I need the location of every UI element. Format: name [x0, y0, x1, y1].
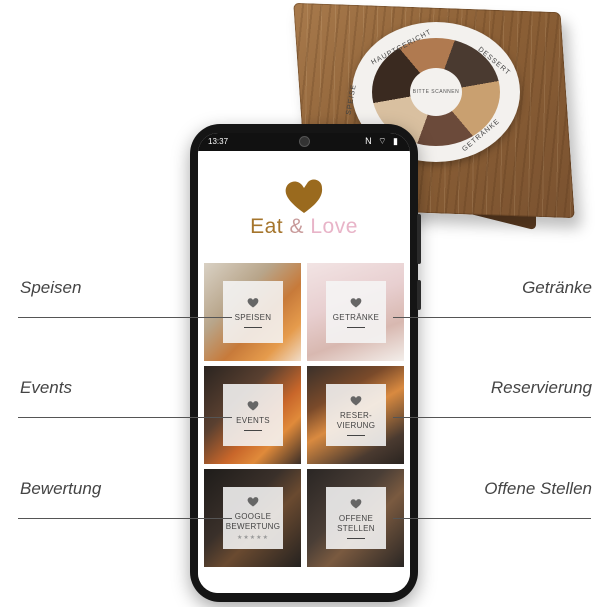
- speisen-button[interactable]: SPEISEN: [223, 281, 283, 343]
- brand-eat: Eat: [250, 215, 284, 238]
- offene-stellen-button[interactable]: OFFENE STELLEN: [326, 487, 386, 549]
- home-area: [198, 571, 410, 593]
- label-underline: [347, 537, 365, 539]
- label-underline: [347, 326, 365, 328]
- status-icons: N ⌔ ▮: [365, 136, 400, 146]
- getraenke-label: GETRÄNKE: [332, 312, 380, 322]
- tile-events[interactable]: EVENTS: [204, 366, 301, 464]
- reservierung-label: RESER- VIERUNG: [336, 410, 376, 430]
- phone-screen: 13:37 N ⌔ ▮ Eat & Love SPEISEN GETRÄNKE: [198, 133, 410, 593]
- reservierung-button[interactable]: RESER- VIERUNG: [326, 384, 386, 446]
- leader-line-bewertung: [18, 518, 232, 519]
- status-time: 13:37: [208, 137, 229, 146]
- events-label: EVENTS: [236, 415, 270, 425]
- brand-love: Love: [310, 215, 358, 238]
- leader-line-offene-stellen: [393, 518, 591, 519]
- rating-stars: ★★★★★: [237, 534, 269, 541]
- heart-icon: [247, 496, 259, 506]
- label-underline: [244, 429, 262, 431]
- brand-ampersand: &: [289, 215, 304, 238]
- heart-icon: [247, 400, 259, 410]
- coaster-scan-label: BITTE SCANNEN: [410, 68, 462, 116]
- brand-name: Eat & Love: [198, 215, 410, 239]
- bewertung-button[interactable]: GOOGLE BEWERTUNG ★★★★★: [223, 487, 283, 549]
- leader-line-speisen: [18, 317, 232, 318]
- tile-reservierung[interactable]: RESER- VIERUNG: [307, 366, 404, 464]
- events-button[interactable]: EVENTS: [223, 384, 283, 446]
- callout-reservierung: Reservierung: [490, 378, 592, 397]
- leader-line-events: [18, 417, 232, 418]
- callout-offene-stellen: Offene Stellen: [484, 479, 592, 498]
- callout-speisen: Speisen: [20, 278, 82, 297]
- offene-stellen-label: OFFENE STELLEN: [337, 513, 375, 533]
- heart-icon: [350, 297, 362, 307]
- callout-getraenke: Getränke: [522, 278, 592, 297]
- leader-line-getraenke: [393, 317, 591, 318]
- phone-power-button: [417, 280, 421, 310]
- status-bar: 13:37 N ⌔ ▮: [198, 133, 410, 151]
- tile-offene-stellen[interactable]: OFFENE STELLEN: [307, 469, 404, 567]
- label-underline: [244, 326, 262, 328]
- heart-icon: [350, 395, 362, 405]
- tile-getraenke[interactable]: GETRÄNKE: [307, 263, 404, 361]
- callout-events: Events: [20, 378, 72, 397]
- heart-icon: [247, 297, 259, 307]
- logo-heart-icon: [285, 179, 323, 213]
- getraenke-button[interactable]: GETRÄNKE: [326, 281, 386, 343]
- heart-icon: [350, 498, 362, 508]
- label-underline: [347, 434, 365, 436]
- leader-line-reservierung: [393, 417, 591, 418]
- callout-bewertung: Bewertung: [20, 479, 102, 498]
- speisen-label: SPEISEN: [234, 312, 272, 322]
- tile-speisen[interactable]: SPEISEN: [204, 263, 301, 361]
- front-camera: [299, 136, 310, 147]
- bewertung-label: GOOGLE BEWERTUNG: [225, 511, 281, 531]
- phone-volume-button: [417, 214, 421, 264]
- menu-grid: SPEISEN GETRÄNKE EVENTS RESER- VIERUNG G…: [204, 263, 404, 568]
